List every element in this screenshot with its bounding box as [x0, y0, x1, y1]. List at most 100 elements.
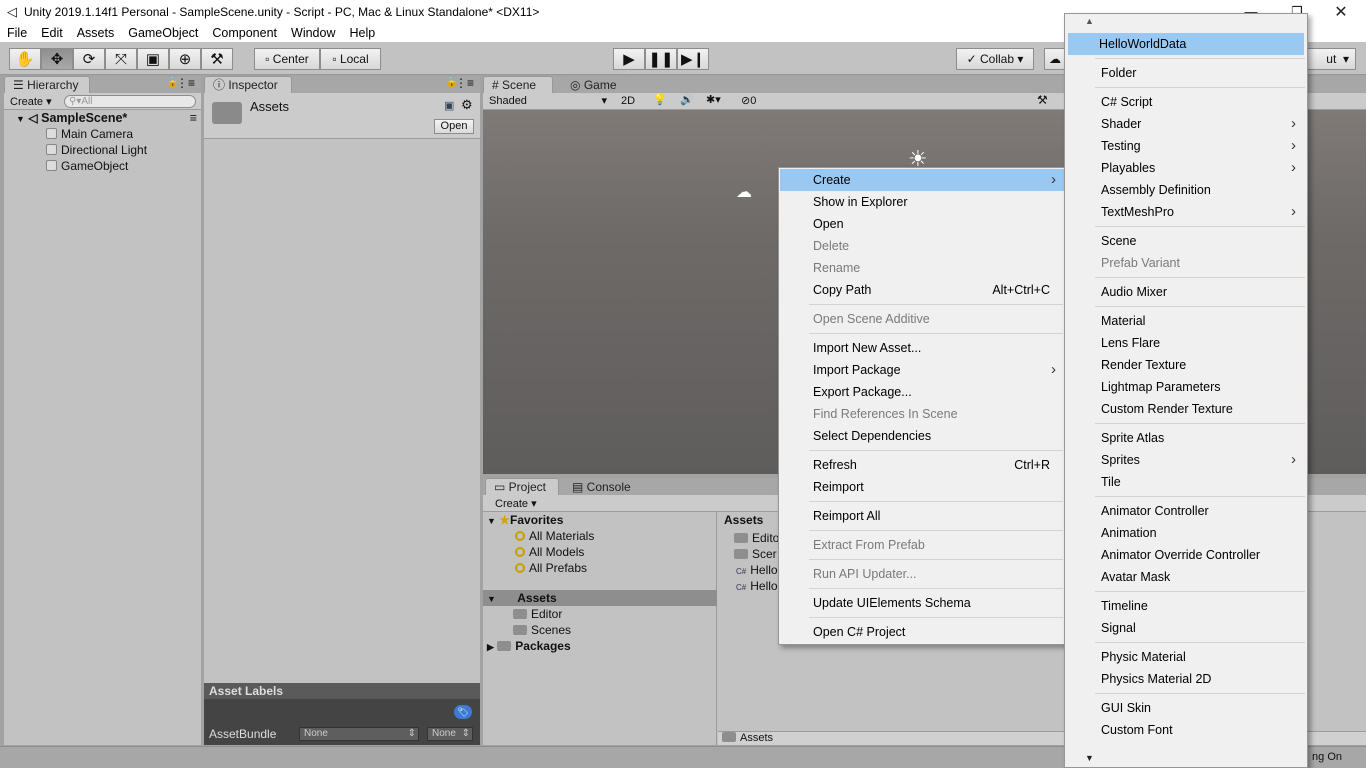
gear-icon[interactable]: ⚙ — [461, 97, 473, 113]
sub-item-playables[interactable]: Playables › — [1068, 157, 1304, 179]
scene-menu-icon[interactable]: ≡ — [190, 110, 197, 126]
ctx-item-open-c-project[interactable]: Open C# Project — [780, 621, 1064, 643]
expand-arrow-icon[interactable]: ▼ — [487, 516, 496, 526]
favorites-node[interactable]: ▼ ★Favorites — [487, 512, 563, 528]
ctx-item-copy-path[interactable]: Copy Path Alt+Ctrl+C — [780, 279, 1064, 301]
sub-item-avatar-mask[interactable]: Avatar Mask — [1068, 566, 1304, 588]
tab-inspector[interactable]: ⓘ Inspector — [204, 76, 292, 93]
sub-item-audio-mixer[interactable]: Audio Mixer — [1068, 281, 1304, 303]
breadcrumb-label[interactable]: Assets — [740, 732, 773, 744]
sub-item-physics-material-2d[interactable]: Physics Material 2D — [1068, 668, 1304, 690]
sub-item-animation[interactable]: Animation — [1068, 522, 1304, 544]
sub-item-assembly-definition[interactable]: Assembly Definition — [1068, 179, 1304, 201]
hierarchy-item[interactable]: Directional Light — [46, 142, 147, 158]
menu-edit[interactable]: Edit — [34, 26, 70, 40]
menu-component[interactable]: Component — [205, 26, 284, 40]
transform-tool-icon[interactable]: ⊕ — [169, 48, 201, 70]
sub-item-animator-controller[interactable]: Animator Controller — [1068, 500, 1304, 522]
ctx-item-open[interactable]: Open — [780, 213, 1064, 235]
asset-item[interactable]: C# Hello — [736, 578, 778, 594]
menu-window[interactable]: Window — [284, 26, 342, 40]
menu-gameobject[interactable]: GameObject — [121, 26, 205, 40]
scene-tools-icon[interactable]: ⚒ — [1037, 93, 1048, 107]
sub-item-testing[interactable]: Testing › — [1068, 135, 1304, 157]
assetbundle-select[interactable]: None ⇕ — [299, 727, 419, 741]
sub-item-lens-flare[interactable]: Lens Flare — [1068, 332, 1304, 354]
rotate-tool-icon[interactable]: ⟳ — [73, 48, 105, 70]
expand-arrow-icon[interactable]: ▼ — [16, 114, 25, 124]
sub-item-animator-override-controller[interactable]: Animator Override Controller — [1068, 544, 1304, 566]
sub-item-sprite-atlas[interactable]: Sprite Atlas — [1068, 427, 1304, 449]
sub-item-shader[interactable]: Shader › — [1068, 113, 1304, 135]
collapse-arrow-icon[interactable]: ▶ — [487, 642, 494, 652]
step-icon[interactable]: ▶❙ — [677, 48, 709, 70]
sub-item-tile[interactable]: Tile — [1068, 471, 1304, 493]
scroll-down-icon[interactable]: ▼ — [1085, 753, 1094, 763]
ctx-item-import-package[interactable]: Import Package › — [780, 359, 1064, 381]
menu-help[interactable]: Help — [342, 26, 382, 40]
scene-root[interactable]: ▼ ◁ SampleScene* ≡ — [4, 110, 201, 126]
favorite-item[interactable]: All Models — [515, 544, 584, 560]
asset-item[interactable]: Edito — [734, 530, 779, 546]
open-button[interactable]: Open — [434, 119, 474, 134]
ctx-item-export-package[interactable]: Export Package... — [780, 381, 1064, 403]
scale-tool-icon[interactable]: ⤧ — [105, 48, 137, 70]
hierarchy-item[interactable]: Main Camera — [46, 126, 133, 142]
pause-icon[interactable]: ❚❚ — [645, 48, 677, 70]
audio-icon[interactable]: 🔊 — [680, 93, 694, 106]
favorite-item[interactable]: All Materials — [515, 528, 594, 544]
lighting-icon[interactable]: 💡 — [653, 93, 667, 106]
hierarchy-search-input[interactable]: ⚲▾All — [64, 95, 196, 108]
favorite-item[interactable]: All Prefabs — [515, 560, 587, 576]
sub-item-material[interactable]: Material — [1068, 310, 1304, 332]
sub-item-signal[interactable]: Signal — [1068, 617, 1304, 639]
collab-button[interactable]: ✓ Collab ▾ — [956, 48, 1034, 70]
tab-game[interactable]: ◎ Game — [561, 76, 631, 93]
effects-icon[interactable]: ✱▾ — [706, 93, 721, 106]
variant-select[interactable]: None ⇕ — [427, 727, 473, 741]
expand-arrow-icon[interactable]: ▼ — [487, 594, 496, 604]
hierarchy-item[interactable]: GameObject — [46, 158, 128, 174]
sub-item-c-script[interactable]: C# Script — [1068, 91, 1304, 113]
pivot-center-button[interactable]: ▫ Center — [254, 48, 320, 70]
camera-gizmo-icon[interactable]: ☁ — [736, 182, 752, 202]
ctx-item-show-in-explorer[interactable]: Show in Explorer — [780, 191, 1064, 213]
sub-item-render-texture[interactable]: Render Texture — [1068, 354, 1304, 376]
tab-scene[interactable]: # Scene — [483, 76, 553, 93]
sub-item-custom-render-texture[interactable]: Custom Render Texture — [1068, 398, 1304, 420]
tab-project[interactable]: ▭ Project — [485, 478, 559, 495]
ctx-item-create[interactable]: Create › — [780, 169, 1064, 191]
sub-item-folder[interactable]: Folder — [1068, 62, 1304, 84]
tab-hierarchy[interactable]: ☰ Hierarchy — [4, 76, 90, 93]
panel-menu-icon[interactable]: ⋮≡ — [176, 76, 195, 90]
ctx-item-refresh[interactable]: Refresh Ctrl+R — [780, 454, 1064, 476]
menu-assets[interactable]: Assets — [70, 26, 122, 40]
scroll-up-icon[interactable]: ▲ — [1085, 16, 1094, 26]
hidden-objects-icon[interactable]: ⊘0 — [741, 94, 756, 107]
hand-tool-icon[interactable]: ✋ — [9, 48, 41, 70]
folder-item[interactable]: Scenes — [513, 622, 571, 638]
space-local-button[interactable]: ▫ Local — [320, 48, 381, 70]
ctx-item-update-uielements-schema[interactable]: Update UIElements Schema — [780, 592, 1064, 614]
project-create-button[interactable]: Create ▾ — [495, 497, 537, 510]
assets-node[interactable]: ▼ Assets — [483, 590, 717, 606]
tab-console[interactable]: ▤ Console — [563, 478, 643, 495]
close-icon[interactable]: ✕ — [1318, 0, 1364, 23]
packages-node[interactable]: ▶ Packages — [487, 638, 571, 654]
help-icon[interactable]: ▣ — [444, 99, 454, 112]
sub-item-helloworlddata[interactable]: HelloWorldData — [1068, 33, 1304, 55]
shading-dropdown[interactable]: Shaded ▾ — [489, 94, 607, 108]
ctx-item-select-dependencies[interactable]: Select Dependencies — [780, 425, 1064, 447]
ctx-item-import-new-asset[interactable]: Import New Asset... — [780, 337, 1064, 359]
sub-item-physic-material[interactable]: Physic Material — [1068, 646, 1304, 668]
folder-item[interactable]: Editor — [513, 606, 562, 622]
menu-file[interactable]: File — [0, 26, 34, 40]
sub-item-scene[interactable]: Scene — [1068, 230, 1304, 252]
ctx-item-reimport[interactable]: Reimport — [780, 476, 1064, 498]
sub-item-custom-font[interactable]: Custom Font — [1068, 719, 1304, 741]
play-icon[interactable]: ▶ — [613, 48, 645, 70]
panel-menu-icon[interactable]: ⋮≡ — [455, 76, 474, 90]
tag-icon[interactable]: 🏷 — [454, 705, 472, 719]
2d-toggle[interactable]: 2D — [617, 94, 639, 108]
sub-item-timeline[interactable]: Timeline — [1068, 595, 1304, 617]
